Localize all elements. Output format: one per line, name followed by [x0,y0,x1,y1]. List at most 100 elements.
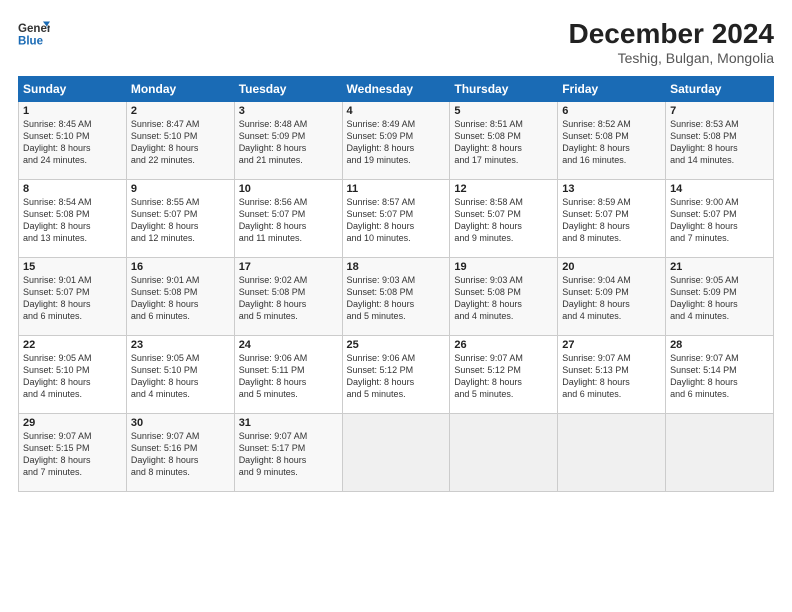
calendar-cell: 25Sunrise: 9:06 AM Sunset: 5:12 PM Dayli… [342,336,450,414]
calendar-cell: 31Sunrise: 9:07 AM Sunset: 5:17 PM Dayli… [234,414,342,492]
day-info: Sunrise: 9:02 AM Sunset: 5:08 PM Dayligh… [239,274,338,323]
calendar-cell: 4Sunrise: 8:49 AM Sunset: 5:09 PM Daylig… [342,102,450,180]
calendar-cell: 27Sunrise: 9:07 AM Sunset: 5:13 PM Dayli… [558,336,666,414]
day-info: Sunrise: 9:01 AM Sunset: 5:08 PM Dayligh… [131,274,230,323]
weekday-header-wednesday: Wednesday [342,77,450,102]
calendar-cell: 19Sunrise: 9:03 AM Sunset: 5:08 PM Dayli… [450,258,558,336]
calendar-cell: 28Sunrise: 9:07 AM Sunset: 5:14 PM Dayli… [666,336,774,414]
day-number: 7 [670,105,769,117]
day-number: 8 [23,183,122,195]
day-info: Sunrise: 9:00 AM Sunset: 5:07 PM Dayligh… [670,196,769,245]
day-info: Sunrise: 9:03 AM Sunset: 5:08 PM Dayligh… [454,274,553,323]
svg-text:General: General [18,23,50,35]
day-info: Sunrise: 9:07 AM Sunset: 5:13 PM Dayligh… [562,352,661,401]
day-info: Sunrise: 9:06 AM Sunset: 5:11 PM Dayligh… [239,352,338,401]
day-number: 13 [562,183,661,195]
svg-text:Blue: Blue [18,36,44,48]
day-info: Sunrise: 9:07 AM Sunset: 5:16 PM Dayligh… [131,430,230,479]
day-number: 3 [239,105,338,117]
calendar-cell: 5Sunrise: 8:51 AM Sunset: 5:08 PM Daylig… [450,102,558,180]
day-number: 6 [562,105,661,117]
day-number: 21 [670,261,769,273]
calendar-cell [666,414,774,492]
calendar-cell: 22Sunrise: 9:05 AM Sunset: 5:10 PM Dayli… [19,336,127,414]
logo-icon: General Blue [18,18,50,50]
day-number: 31 [239,417,338,429]
calendar-cell: 24Sunrise: 9:06 AM Sunset: 5:11 PM Dayli… [234,336,342,414]
day-number: 9 [131,183,230,195]
day-info: Sunrise: 8:53 AM Sunset: 5:08 PM Dayligh… [670,118,769,167]
calendar-cell: 17Sunrise: 9:02 AM Sunset: 5:08 PM Dayli… [234,258,342,336]
day-info: Sunrise: 8:58 AM Sunset: 5:07 PM Dayligh… [454,196,553,245]
day-number: 24 [239,339,338,351]
day-info: Sunrise: 8:49 AM Sunset: 5:09 PM Dayligh… [347,118,446,167]
day-info: Sunrise: 9:06 AM Sunset: 5:12 PM Dayligh… [347,352,446,401]
day-number: 14 [670,183,769,195]
day-number: 16 [131,261,230,273]
calendar-cell: 2Sunrise: 8:47 AM Sunset: 5:10 PM Daylig… [126,102,234,180]
day-number: 4 [347,105,446,117]
calendar-cell: 15Sunrise: 9:01 AM Sunset: 5:07 PM Dayli… [19,258,127,336]
weekday-header-thursday: Thursday [450,77,558,102]
calendar-cell: 10Sunrise: 8:56 AM Sunset: 5:07 PM Dayli… [234,180,342,258]
calendar-cell: 30Sunrise: 9:07 AM Sunset: 5:16 PM Dayli… [126,414,234,492]
day-number: 26 [454,339,553,351]
day-info: Sunrise: 8:51 AM Sunset: 5:08 PM Dayligh… [454,118,553,167]
title-block: December 2024 Teshig, Bulgan, Mongolia [569,18,774,66]
weekday-header-saturday: Saturday [666,77,774,102]
page-header: General Blue December 2024 Teshig, Bulga… [18,18,774,66]
day-info: Sunrise: 8:52 AM Sunset: 5:08 PM Dayligh… [562,118,661,167]
calendar-cell: 20Sunrise: 9:04 AM Sunset: 5:09 PM Dayli… [558,258,666,336]
day-number: 27 [562,339,661,351]
weekday-header-monday: Monday [126,77,234,102]
day-info: Sunrise: 9:01 AM Sunset: 5:07 PM Dayligh… [23,274,122,323]
calendar-cell: 26Sunrise: 9:07 AM Sunset: 5:12 PM Dayli… [450,336,558,414]
calendar-table: SundayMondayTuesdayWednesdayThursdayFrid… [18,76,774,492]
day-number: 29 [23,417,122,429]
calendar-cell: 13Sunrise: 8:59 AM Sunset: 5:07 PM Dayli… [558,180,666,258]
day-info: Sunrise: 9:03 AM Sunset: 5:08 PM Dayligh… [347,274,446,323]
day-info: Sunrise: 9:05 AM Sunset: 5:09 PM Dayligh… [670,274,769,323]
day-info: Sunrise: 9:05 AM Sunset: 5:10 PM Dayligh… [131,352,230,401]
weekday-header-sunday: Sunday [19,77,127,102]
calendar-cell: 8Sunrise: 8:54 AM Sunset: 5:08 PM Daylig… [19,180,127,258]
day-number: 22 [23,339,122,351]
calendar-cell: 7Sunrise: 8:53 AM Sunset: 5:08 PM Daylig… [666,102,774,180]
day-number: 5 [454,105,553,117]
day-info: Sunrise: 9:07 AM Sunset: 5:15 PM Dayligh… [23,430,122,479]
day-number: 25 [347,339,446,351]
day-info: Sunrise: 8:57 AM Sunset: 5:07 PM Dayligh… [347,196,446,245]
calendar-cell: 21Sunrise: 9:05 AM Sunset: 5:09 PM Dayli… [666,258,774,336]
day-number: 23 [131,339,230,351]
calendar-cell: 12Sunrise: 8:58 AM Sunset: 5:07 PM Dayli… [450,180,558,258]
day-number: 1 [23,105,122,117]
calendar-cell: 23Sunrise: 9:05 AM Sunset: 5:10 PM Dayli… [126,336,234,414]
day-number: 2 [131,105,230,117]
day-number: 30 [131,417,230,429]
day-number: 20 [562,261,661,273]
day-number: 12 [454,183,553,195]
day-number: 17 [239,261,338,273]
day-info: Sunrise: 8:55 AM Sunset: 5:07 PM Dayligh… [131,196,230,245]
calendar-cell: 29Sunrise: 9:07 AM Sunset: 5:15 PM Dayli… [19,414,127,492]
subtitle: Teshig, Bulgan, Mongolia [569,50,774,66]
calendar-cell: 6Sunrise: 8:52 AM Sunset: 5:08 PM Daylig… [558,102,666,180]
day-info: Sunrise: 9:07 AM Sunset: 5:14 PM Dayligh… [670,352,769,401]
day-number: 15 [23,261,122,273]
weekday-header-tuesday: Tuesday [234,77,342,102]
day-info: Sunrise: 9:07 AM Sunset: 5:17 PM Dayligh… [239,430,338,479]
day-info: Sunrise: 8:48 AM Sunset: 5:09 PM Dayligh… [239,118,338,167]
calendar-cell: 1Sunrise: 8:45 AM Sunset: 5:10 PM Daylig… [19,102,127,180]
day-info: Sunrise: 8:45 AM Sunset: 5:10 PM Dayligh… [23,118,122,167]
day-info: Sunrise: 8:56 AM Sunset: 5:07 PM Dayligh… [239,196,338,245]
day-number: 28 [670,339,769,351]
main-title: December 2024 [569,18,774,50]
day-number: 10 [239,183,338,195]
day-info: Sunrise: 8:54 AM Sunset: 5:08 PM Dayligh… [23,196,122,245]
calendar-cell: 11Sunrise: 8:57 AM Sunset: 5:07 PM Dayli… [342,180,450,258]
day-number: 19 [454,261,553,273]
day-info: Sunrise: 8:47 AM Sunset: 5:10 PM Dayligh… [131,118,230,167]
calendar-cell [558,414,666,492]
weekday-header-friday: Friday [558,77,666,102]
calendar-cell: 9Sunrise: 8:55 AM Sunset: 5:07 PM Daylig… [126,180,234,258]
